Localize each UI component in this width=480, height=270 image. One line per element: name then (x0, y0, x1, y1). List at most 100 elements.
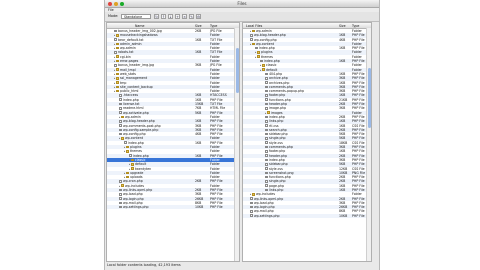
remote-scrollbar[interactable] (234, 28, 239, 261)
remote-col-size[interactable]: Size (195, 24, 202, 28)
file-icon (265, 102, 268, 106)
file-icon (119, 197, 122, 200)
folder-icon (131, 158, 134, 162)
mode-select[interactable]: Standalone (121, 13, 151, 19)
file-icon (265, 145, 268, 149)
mode-label: Mode: (108, 14, 119, 18)
file-icon (265, 150, 268, 153)
folder-icon (262, 64, 265, 67)
folder-icon (116, 81, 119, 84)
file-icon (119, 102, 122, 106)
file-name: wp-settings.php (250, 214, 335, 218)
file-icon (265, 171, 268, 175)
file-icon (265, 137, 268, 140)
remote-col-type[interactable]: Type (210, 24, 217, 28)
folder-icon (116, 72, 119, 76)
file-icon (265, 154, 268, 157)
file-icon (265, 76, 268, 80)
file-icon (265, 94, 268, 97)
file-icon (265, 89, 268, 93)
remote-col-name[interactable]: Name (135, 24, 144, 28)
folder-icon (116, 68, 119, 71)
file-name-label: wp-settings.php (254, 213, 280, 218)
file-icon (250, 201, 253, 205)
folder-icon (126, 145, 129, 149)
rename-icon[interactable]: ✎ (189, 14, 194, 19)
file-icon (265, 119, 268, 123)
folder-icon (116, 59, 119, 63)
file-icon (265, 81, 268, 84)
local-col-name[interactable]: Local Files (246, 24, 262, 28)
file-icon (114, 38, 117, 41)
file-icon (265, 132, 268, 136)
folder-icon (126, 171, 129, 175)
folder-icon (116, 34, 119, 37)
file-icon (114, 64, 117, 67)
toolbar: Mode: Standalone ↻ ↑ ↓ + × ✎ ⚙ (105, 12, 379, 22)
file-row[interactable]: wp-settings.php 10KB PHP File (107, 205, 239, 210)
file-icon (265, 175, 268, 179)
folder-icon (267, 111, 270, 114)
folder-icon (121, 137, 124, 140)
file-icon (260, 59, 263, 63)
file-icon (250, 34, 253, 37)
file-icon (265, 188, 268, 192)
folder-icon (126, 175, 129, 179)
file-name-label: wp-settings.php (123, 205, 149, 210)
refresh-icon[interactable]: ↻ (154, 14, 159, 19)
title-bar[interactable]: Files (105, 0, 379, 8)
folder-icon (262, 68, 265, 71)
folder-icon (116, 85, 119, 89)
file-icon (265, 72, 268, 76)
file-manager-window: Files File Mode: Standalone ↻ ↑ ↓ + × ✎ … (104, 0, 380, 270)
download-icon[interactable]: ↓ (168, 14, 173, 19)
file-icon (124, 141, 127, 145)
folder-icon (116, 42, 119, 46)
file-row[interactable]: wp-settings.php 10KB PHP File (243, 213, 371, 219)
file-icon (265, 158, 268, 162)
file-icon (265, 124, 268, 127)
remote-files-pane: Name Size Type bonus_header_img_002.jpg 2… (106, 22, 240, 262)
file-icon (265, 184, 268, 187)
window-title: Files (237, 1, 247, 6)
remote-scroll-thumb[interactable] (235, 48, 239, 93)
file-icon (250, 38, 253, 41)
folder-icon (257, 51, 260, 54)
folder-icon (121, 184, 124, 187)
local-files-pane: Local Files Size Type ▸ wp-admin Folder wp-… (242, 22, 372, 262)
file-icon (119, 192, 122, 196)
local-scrollbar[interactable] (366, 28, 371, 261)
file-icon (265, 115, 268, 119)
folder-icon (252, 29, 255, 33)
folder-icon (257, 55, 260, 59)
file-type: PHP File (352, 213, 365, 218)
file-type: PHP File (210, 205, 223, 210)
remote-file-list: bonus_header_img_002.jpg 2KB JPG File ▸ mous… (107, 29, 239, 210)
file-icon (119, 119, 122, 123)
file-name: wp-settings.php (119, 205, 191, 209)
file-icon (114, 51, 117, 54)
folder-icon (121, 115, 124, 119)
local-scroll-thumb[interactable] (367, 68, 371, 128)
file-icon (265, 107, 268, 110)
file-size: 10KB (339, 213, 348, 218)
file-icon (129, 154, 132, 157)
file-icon (119, 111, 122, 114)
upload-icon[interactable]: ↑ (161, 14, 166, 19)
file-size: 10KB (195, 205, 204, 210)
file-icon (265, 180, 268, 183)
settings-icon[interactable]: ⚙ (196, 14, 201, 19)
status-bar: Local folder contents loading, 42,193 it… (107, 263, 181, 267)
new-folder-icon[interactable]: + (175, 14, 180, 19)
file-icon (250, 205, 253, 209)
file-icon (250, 210, 253, 213)
file-icon (119, 98, 122, 102)
file-icon (119, 201, 122, 205)
local-col-type[interactable]: Type (352, 24, 359, 28)
file-icon (119, 107, 122, 110)
delete-icon[interactable]: × (182, 14, 187, 19)
file-icon (119, 205, 122, 209)
local-col-size[interactable]: Size (339, 24, 346, 28)
file-icon (119, 132, 122, 136)
folder-icon (131, 167, 134, 170)
